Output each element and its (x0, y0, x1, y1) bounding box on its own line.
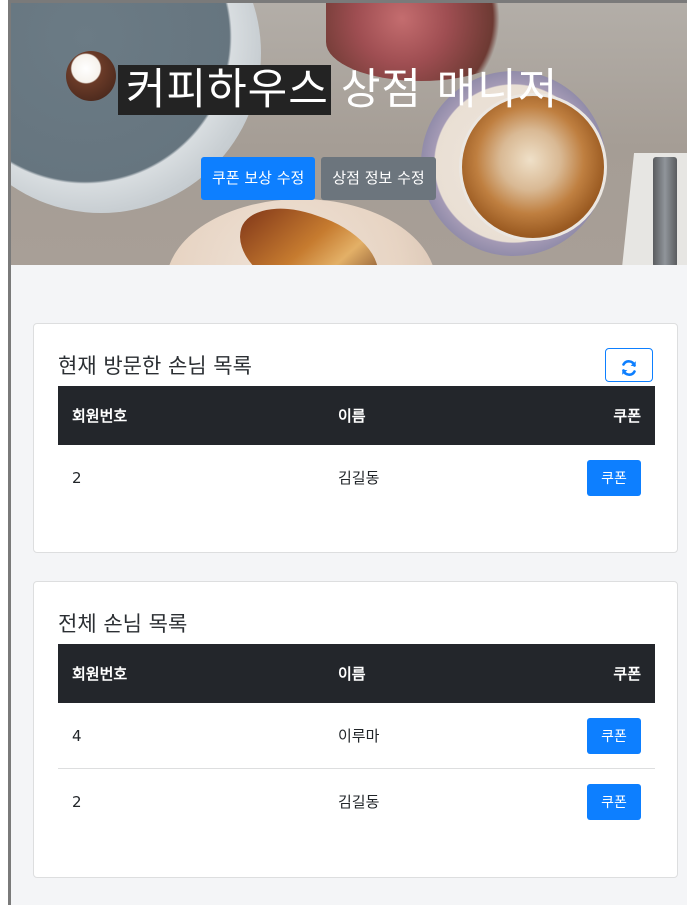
fork-image (653, 157, 677, 265)
coupon-button[interactable]: 쿠폰 (587, 783, 641, 820)
edit-store-info-button[interactable]: 상점 정보 수정 (321, 157, 436, 200)
page-title: 커피하우스 상점 매니저 (118, 55, 558, 117)
current-visitors-table: 회원번호 이름 쿠폰 2 김길동 쿠폰 (58, 386, 655, 510)
column-header-member-id: 회원번호 (58, 644, 324, 703)
member-id-cell: 4 (72, 726, 82, 745)
column-header-coupon: 쿠폰 (475, 644, 655, 703)
table-row: 2 김길동 쿠폰 (58, 445, 655, 510)
all-customers-title: 전체 손님 목록 (58, 612, 188, 636)
table-row: 4 이루마 쿠폰 (58, 703, 655, 769)
name-cell: 김길동 (338, 469, 380, 487)
refresh-icon (622, 360, 636, 376)
coupon-cell: 쿠폰 (476, 445, 655, 510)
name-cell: 김길동 (324, 768, 476, 834)
table-row: 2 김길동 쿠폰 (58, 768, 655, 834)
refresh-button[interactable] (605, 348, 653, 382)
browser-frame: 커피하우스 상점 매니저 쿠폰 보상 수정 상점 정보 수정 현재 방문한 손님 … (8, 0, 687, 905)
page-title-part1: 커피하우스 (118, 65, 331, 115)
coupon-cell: 쿠폰 (476, 703, 655, 769)
name-cell: 이루마 (338, 727, 380, 745)
table-header-row: 회원번호 이름 쿠폰 (58, 644, 655, 703)
all-customers-table: 회원번호 이름 쿠폰 4 이루마 쿠폰 2 김길동 쿠폰 (58, 644, 655, 834)
column-header-member-id: 회원번호 (58, 386, 324, 445)
edit-coupon-reward-button[interactable]: 쿠폰 보상 수정 (201, 157, 316, 200)
page-title-part2: 상점 매니저 (340, 65, 559, 115)
table-header-row: 회원번호 이름 쿠폰 (58, 386, 655, 445)
column-header-name: 이름 (324, 644, 476, 703)
member-id-cell: 2 (72, 468, 82, 487)
hero-button-group: 쿠폰 보상 수정 상점 정보 수정 (201, 157, 436, 200)
column-header-coupon: 쿠폰 (475, 386, 655, 445)
column-header-name: 이름 (324, 386, 476, 445)
current-visitors-title: 현재 방문한 손님 목록 (58, 354, 252, 378)
member-id-cell: 2 (58, 768, 324, 834)
coupon-button[interactable]: 쿠폰 (587, 717, 641, 754)
coupon-cell: 쿠폰 (475, 768, 655, 834)
current-visitors-card: 현재 방문한 손님 목록 회원번호 이름 쿠폰 2 김길동 쿠폰 (33, 323, 678, 553)
hero-banner: 커피하우스 상점 매니저 쿠폰 보상 수정 상점 정보 수정 (11, 3, 687, 265)
all-customers-card: 전체 손님 목록 회원번호 이름 쿠폰 4 이루마 쿠폰 2 김길동 쿠폰 (33, 581, 678, 878)
dessert-image (66, 51, 116, 101)
coupon-button[interactable]: 쿠폰 (587, 459, 641, 496)
